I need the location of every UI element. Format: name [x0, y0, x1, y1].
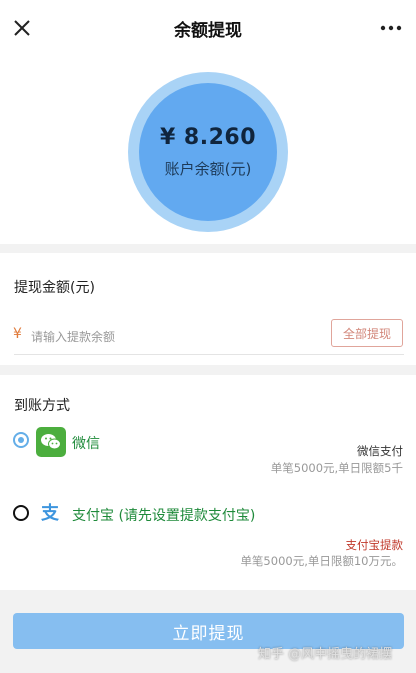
alipay-radio[interactable] [13, 505, 29, 521]
alipay-icon: 支 [41, 503, 59, 524]
withdraw-amount-title: 提现金额(元) [14, 280, 95, 296]
page-title: 余额提现 [174, 20, 242, 41]
balance-label: 账户余额(元) [164, 160, 252, 178]
input-underline [14, 354, 404, 355]
wechat-option-label[interactable]: 微信 [72, 433, 100, 453]
wechat-radio[interactable] [13, 432, 29, 448]
payout-method-title: 到账方式 [14, 398, 70, 414]
top-bar: 余额提现 [0, 0, 416, 56]
balance-panel: ¥ 8.260 账户余额(元) [0, 56, 416, 244]
wechat-icon [36, 427, 66, 457]
balance-circle: ¥ 8.260 账户余额(元) [128, 72, 288, 232]
close-icon[interactable] [12, 18, 32, 38]
withdraw-amount-input[interactable] [29, 325, 323, 349]
alipay-note-detail: 单笔5000元,单日限额10万元。 [240, 554, 403, 568]
more-icon[interactable] [380, 21, 402, 35]
payout-method-section: 到账方式 微信 微信支付 单笔5000元,单日限额5千 支 支付宝 (请先设置提… [0, 375, 416, 590]
alipay-option-label[interactable]: 支付宝 (请先设置提款支付宝) [72, 505, 255, 525]
withdraw-all-button[interactable]: 全部提现 [331, 319, 403, 347]
withdraw-amount-section: 提现金额(元) ¥ 全部提现 [0, 253, 416, 365]
watermark: 知乎 @风中摇曳的裙摆 [258, 647, 393, 662]
currency-symbol: ¥ [13, 326, 22, 342]
wechat-note-detail: 单笔5000元,单日限额5千 [270, 461, 403, 475]
balance-amount: ¥ 8.260 [159, 125, 257, 150]
wechat-note-title: 微信支付 [357, 444, 403, 458]
alipay-note-title: 支付宝提款 [345, 538, 404, 552]
